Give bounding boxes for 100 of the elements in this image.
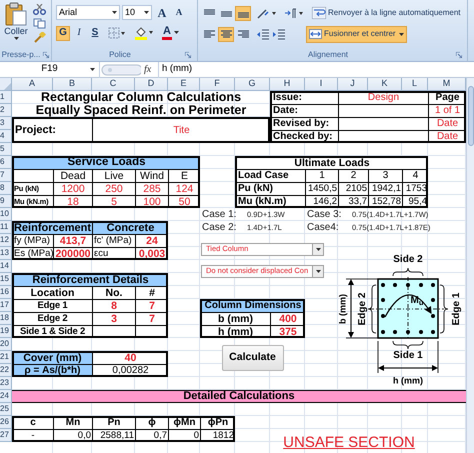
row-header[interactable]: 13: [0, 247, 12, 260]
vertical-scrollbar[interactable]: [466, 78, 474, 453]
column-header[interactable]: C: [92, 78, 135, 91]
case-label: Case 3:: [307, 208, 342, 222]
row-header[interactable]: 23: [0, 377, 12, 390]
case-label: Case 2:: [202, 221, 238, 235]
borders-icon[interactable]: [108, 26, 126, 40]
column-heading: 1: [305, 169, 338, 182]
row-header[interactable]: 21: [0, 351, 12, 364]
column-heading: 3: [368, 169, 402, 182]
row-header[interactable]: 20: [0, 338, 12, 351]
caret-icon: [316, 248, 320, 250]
text-direction-icon[interactable]: [283, 6, 305, 20]
font-size-field[interactable]: 10: [122, 5, 152, 20]
launcher-icon[interactable]: [456, 52, 462, 58]
insert-function-button[interactable]: fx: [144, 62, 158, 77]
row-header[interactable]: 4: [0, 130, 12, 143]
table-cell: Date: [428, 117, 466, 130]
title-line: Rectangular Column Calculations: [40, 91, 242, 104]
row-header[interactable]: 11: [0, 221, 12, 234]
row-header[interactable]: 2: [0, 104, 12, 117]
font-color-button[interactable]: A: [162, 26, 179, 40]
column-header[interactable]: J: [338, 78, 368, 91]
column-heading: 4: [402, 169, 428, 182]
column-header[interactable]: K: [368, 78, 402, 91]
status-text: UNSAFE SECTION: [282, 432, 416, 452]
column-heading: No.: [92, 286, 135, 299]
align-center-button[interactable]: [218, 26, 234, 42]
row-header[interactable]: 3: [0, 117, 12, 130]
row-header[interactable]: 27: [0, 429, 12, 442]
merge-center-button[interactable]: Fusionner et centrer: [306, 26, 407, 42]
wrap-text-button[interactable]: Renvoyer à la ligne automatiquement: [312, 6, 461, 20]
column-header[interactable]: A: [12, 78, 53, 91]
column-header[interactable]: M: [428, 78, 466, 91]
column-heading: Wind: [135, 169, 168, 182]
scissors-icon[interactable]: [33, 4, 46, 15]
table-cell: Edge 2: [12, 312, 92, 325]
side-label: Side 2: [393, 255, 423, 265]
row-header[interactable]: 5: [0, 143, 12, 156]
row-header[interactable]: 14: [0, 260, 12, 273]
row-header[interactable]: 1: [0, 91, 12, 104]
column-heading: #: [135, 286, 168, 299]
table-cell: 1450,5: [305, 182, 338, 195]
table-cell: 7: [135, 312, 168, 325]
column-header[interactable]: D: [135, 78, 168, 91]
column-header[interactable]: H: [270, 78, 305, 91]
table-cell: 8: [92, 299, 135, 312]
table-cell: 24: [135, 234, 168, 247]
row-header[interactable]: 17: [0, 299, 12, 312]
column-header[interactable]: B: [53, 78, 92, 91]
launcher-icon[interactable]: [185, 52, 191, 58]
table-cell: 1200: [53, 182, 92, 195]
brush-icon[interactable]: [33, 32, 46, 43]
table-cell: 250: [92, 182, 135, 195]
row-header[interactable]: 15: [0, 273, 12, 286]
shrink-font-button[interactable]: A: [172, 5, 186, 20]
row-header[interactable]: 7: [0, 169, 12, 182]
table-cell: Edge 1: [12, 299, 92, 312]
column-header[interactable]: I: [305, 78, 338, 91]
decrease-indent-icon[interactable]: [257, 28, 269, 40]
orientation-icon[interactable]: [256, 6, 278, 20]
caret-icon: [14, 37, 18, 40]
row-header[interactable]: 6: [0, 156, 12, 169]
row-header[interactable]: 25: [0, 403, 12, 416]
row-header[interactable]: 19: [0, 325, 12, 338]
row-header[interactable]: 10: [0, 208, 12, 221]
paste-button[interactable]: Coller: [2, 2, 30, 43]
calculate-button[interactable]: Calculate: [222, 344, 284, 370]
align-bottom-button[interactable]: [235, 6, 251, 20]
column-header[interactable]: G: [235, 78, 270, 91]
caret-icon[interactable]: [90, 68, 95, 71]
fill-color-icon[interactable]: [134, 26, 154, 40]
column-header[interactable]: F: [200, 78, 235, 91]
dimension-label: b (mm): [338, 294, 348, 324]
splitter-handle-icon[interactable]: [101, 64, 141, 76]
row-header[interactable]: 26: [0, 416, 12, 429]
table-cell: 124: [168, 182, 200, 195]
underline-button[interactable]: S: [88, 26, 102, 40]
table-cell: b (mm): [200, 312, 270, 325]
column-header[interactable]: L: [402, 78, 428, 91]
row-header[interactable]: 8: [0, 182, 12, 195]
row-header[interactable]: 9: [0, 195, 12, 208]
increase-indent-icon[interactable]: [273, 28, 285, 40]
table-cell: Pu (kN): [235, 182, 305, 195]
launcher-icon[interactable]: [43, 52, 49, 58]
row-header[interactable]: 22: [0, 364, 12, 377]
row-header[interactable]: 18: [0, 312, 12, 325]
row-header[interactable]: 12: [0, 234, 12, 247]
copy-icon[interactable]: [33, 18, 46, 29]
row-header[interactable]: 24: [0, 390, 12, 403]
column-heading: Location: [12, 286, 92, 299]
font-name-field[interactable]: Arial: [56, 5, 120, 20]
caret-icon: [316, 270, 320, 272]
grow-font-button[interactable]: A: [154, 5, 170, 20]
column-header[interactable]: E: [168, 78, 200, 91]
table-cell: 413,7: [53, 234, 92, 247]
bold-button[interactable]: G: [56, 26, 70, 40]
italic-button[interactable]: I: [72, 26, 86, 40]
caret-icon: [174, 30, 179, 34]
row-header[interactable]: 16: [0, 286, 12, 299]
